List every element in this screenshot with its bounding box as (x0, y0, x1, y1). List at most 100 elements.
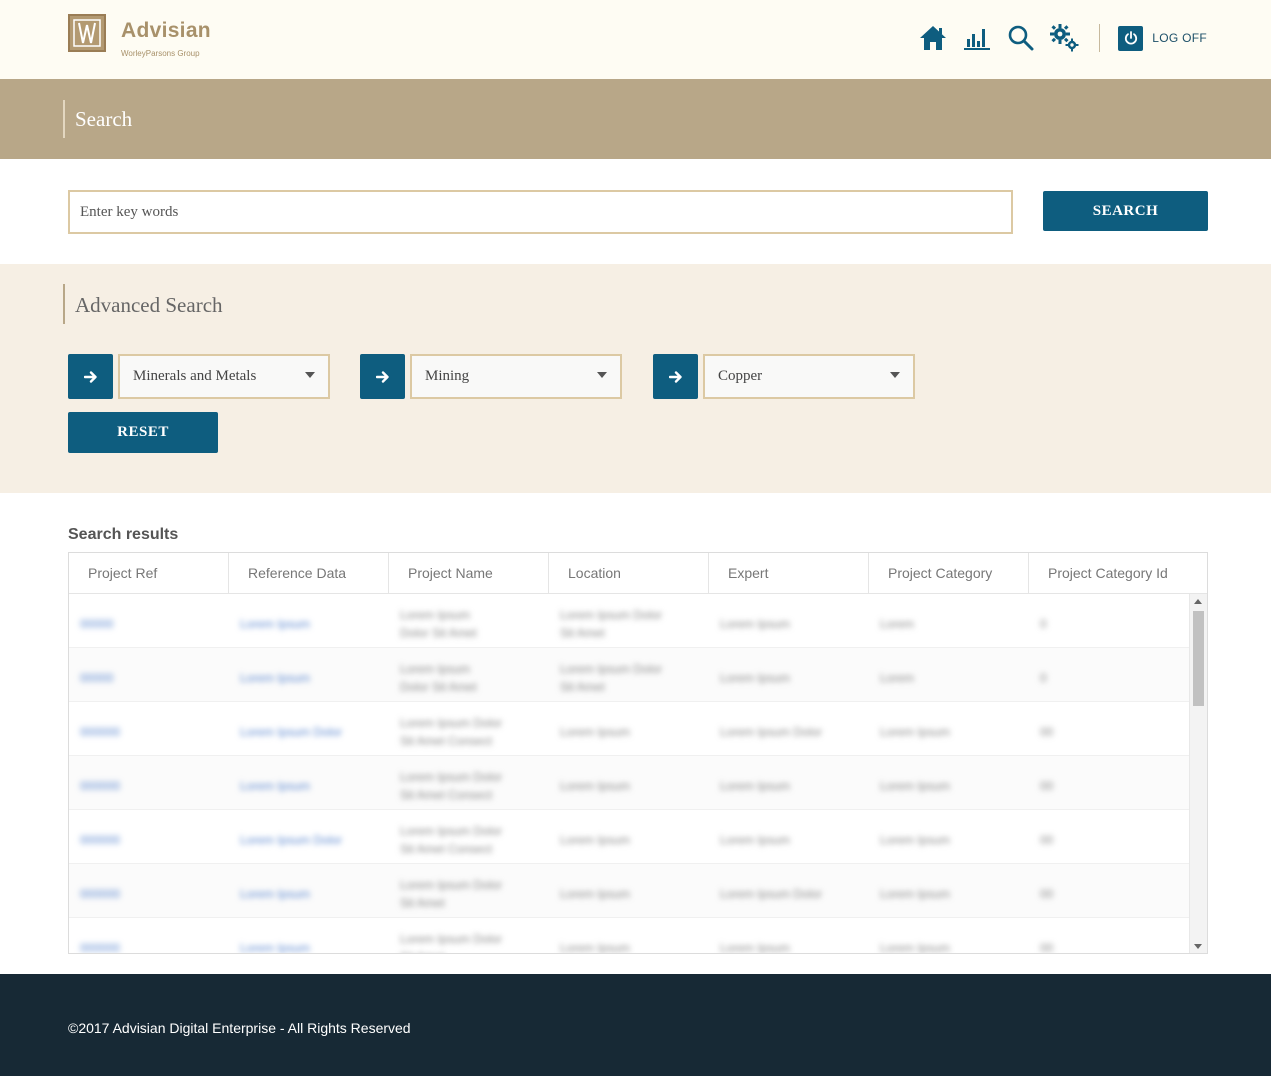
cell-text: Lorem Ipsum Dolor (560, 661, 663, 676)
column-header-project-name[interactable]: Project Name (389, 553, 549, 593)
reset-button[interactable]: RESET (68, 412, 218, 453)
cell-text: 0 (1040, 670, 1047, 685)
cell-link[interactable]: 000000 (80, 939, 219, 954)
cell-link[interactable]: 00000 (80, 615, 219, 633)
cell-link[interactable]: Lorem Ipsum (240, 777, 379, 795)
brand-name: Advisian (121, 19, 211, 42)
scrollbar-thumb[interactable] (1193, 611, 1204, 706)
results-scrollbar[interactable] (1189, 594, 1207, 953)
cell-link[interactable]: Lorem Ipsum Dolor (240, 831, 379, 849)
arrow-right-icon (668, 370, 682, 383)
cell-text: Lorem Ipsum Dolor (720, 886, 823, 901)
table-cell: Lorem Ipsum (229, 864, 389, 917)
filter-apply-button-commodity[interactable] (653, 354, 698, 399)
cell-link[interactable]: Lorem Ipsum (240, 669, 379, 687)
table-cell: Lorem Ipsum (229, 594, 389, 647)
table-cell: Lorem Ipsum Dolor Sit Amet (389, 648, 549, 701)
table-cell: Lorem Ipsum Dolor (229, 810, 389, 863)
logoff-button[interactable]: LOG OFF (1118, 25, 1207, 51)
table-row[interactable]: 00000 Lorem Ipsum Lorem Ipsum Dolor Sit Ame… (69, 594, 1207, 648)
table-row[interactable]: 000000 Lorem Ipsum Lorem Ipsum Dolor Sit Am… (69, 864, 1207, 918)
table-cell: Lorem Ipsum (229, 918, 389, 954)
table-row[interactable]: 00000 Lorem Ipsum Lorem Ipsum Dolor Sit Ame… (69, 648, 1207, 702)
settings-gears-icon[interactable] (1049, 22, 1081, 54)
filter-group-commodity: Copper (653, 354, 915, 399)
cell-text: 00 (1040, 886, 1054, 901)
cell-link[interactable]: 000000 (80, 777, 219, 795)
search-icon[interactable] (1005, 22, 1037, 54)
cell-text: Lorem Ipsum Dolor (720, 724, 823, 739)
filter-group-sector: Minerals and Metals (68, 354, 330, 399)
cell-text: Dolor Sit Amet (400, 679, 477, 694)
cell-text: Lorem Ipsum (880, 940, 951, 954)
brand-logo[interactable]: Advisian WorleyParsons Group (68, 14, 211, 58)
cell-text: Sit Amet (560, 679, 605, 694)
cell-text: Lorem Ipsum (720, 778, 791, 793)
cell-text: Lorem Ipsum (560, 940, 631, 954)
sector-dropdown[interactable]: Minerals and Metals (118, 354, 330, 399)
cell-link[interactable]: 000000 (80, 723, 219, 741)
cell-text: Lorem Ipsum (880, 778, 951, 793)
cell-link[interactable]: Lorem Ipsum (240, 939, 379, 954)
table-cell: 00 (1029, 810, 1189, 863)
cell-link[interactable]: Lorem Ipsum (240, 885, 379, 903)
results-table-body: 00000 Lorem Ipsum Lorem Ipsum Dolor Sit Ame… (69, 594, 1207, 954)
column-header-project-ref[interactable]: Project Ref (69, 553, 229, 593)
results-table: Project Ref Reference Data Project Name … (68, 552, 1208, 954)
table-row[interactable]: 000000 Lorem Ipsum Dolor Lorem Ipsum Dolor… (69, 702, 1207, 756)
table-cell: Lorem Ipsum (229, 648, 389, 701)
cell-link[interactable]: Lorem Ipsum Dolor (240, 723, 379, 741)
page-title-band: Search (0, 79, 1271, 159)
nav-toolbar: LOG OFF (905, 22, 1207, 54)
cell-text: Lorem (880, 670, 915, 685)
chevron-down-icon (597, 372, 607, 378)
table-cell: Lorem Ipsum (709, 756, 869, 809)
cell-link[interactable]: Lorem Ipsum (240, 615, 379, 633)
home-icon[interactable] (917, 22, 949, 54)
search-button[interactable]: SEARCH (1043, 191, 1208, 231)
column-header-project-category[interactable]: Project Category (869, 553, 1029, 593)
scroll-up-arrow-icon[interactable] (1194, 599, 1202, 604)
table-cell: Lorem Ipsum (869, 810, 1029, 863)
cell-text: Lorem Ipsum (880, 724, 951, 739)
scroll-down-arrow-icon[interactable] (1194, 944, 1202, 949)
cell-text: Sit Amet Consect (400, 787, 493, 802)
cell-text: 00 (1040, 832, 1054, 847)
cell-text: Lorem Ipsum Dolor (400, 823, 503, 838)
table-row[interactable]: 000000 Lorem Ipsum Lorem Ipsum Dolor Sit Am… (69, 918, 1207, 954)
cell-text: Lorem Ipsum (880, 886, 951, 901)
table-cell: 000000 (69, 756, 229, 809)
cell-link[interactable]: 00000 (80, 669, 219, 687)
industry-dropdown-value: Mining (425, 368, 470, 384)
table-row[interactable]: 000000 Lorem Ipsum Dolor Lorem Ipsum Dolor… (69, 810, 1207, 864)
column-header-reference-data[interactable]: Reference Data (229, 553, 389, 593)
search-results-title: Search results (68, 526, 179, 543)
commodity-dropdown[interactable]: Copper (703, 354, 915, 399)
results-table-header: Project Ref Reference Data Project Name … (69, 553, 1207, 594)
filter-apply-button-sector[interactable] (68, 354, 113, 399)
table-cell: 0 (1029, 594, 1189, 647)
cell-text: Sit Amet Consect (400, 841, 493, 856)
column-header-project-category-id[interactable]: Project Category Id (1029, 553, 1189, 593)
table-cell: Lorem (869, 594, 1029, 647)
table-cell: 00000 (69, 594, 229, 647)
table-cell: Lorem Ipsum (549, 756, 709, 809)
cell-text: Lorem Ipsum (560, 886, 631, 901)
table-cell: Lorem Ipsum (709, 810, 869, 863)
logo-mark-icon (68, 14, 106, 52)
cell-link[interactable]: 000000 (80, 885, 219, 903)
page-title: Search (75, 107, 133, 131)
cell-text: 00 (1040, 778, 1054, 793)
cell-text: Lorem Ipsum (560, 778, 631, 793)
table-cell: Lorem Ipsum (549, 918, 709, 954)
column-header-location[interactable]: Location (549, 553, 709, 593)
filter-apply-button-industry[interactable] (360, 354, 405, 399)
cell-text: Lorem Ipsum (720, 940, 791, 954)
table-cell: Lorem Ipsum Dolor Sit Amet (389, 594, 549, 647)
cell-link[interactable]: 000000 (80, 831, 219, 849)
industry-dropdown[interactable]: Mining (410, 354, 622, 399)
keyword-search-input[interactable] (68, 190, 1013, 234)
column-header-expert[interactable]: Expert (709, 553, 869, 593)
table-row[interactable]: 000000 Lorem Ipsum Lorem Ipsum Dolor Sit Am… (69, 756, 1207, 810)
bar-chart-icon[interactable] (961, 22, 993, 54)
